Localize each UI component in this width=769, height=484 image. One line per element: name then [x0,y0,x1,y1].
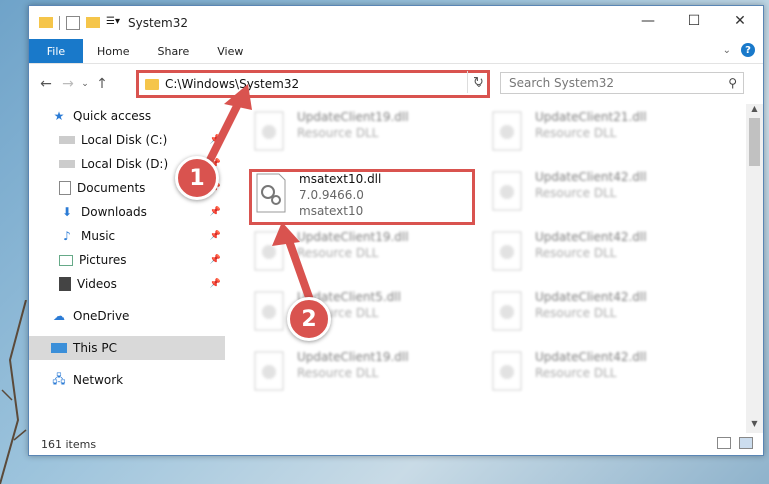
annotation-arrows [201,84,314,304]
step-badge-2: 2 [287,297,331,341]
step-badge-1: 1 [175,156,219,200]
